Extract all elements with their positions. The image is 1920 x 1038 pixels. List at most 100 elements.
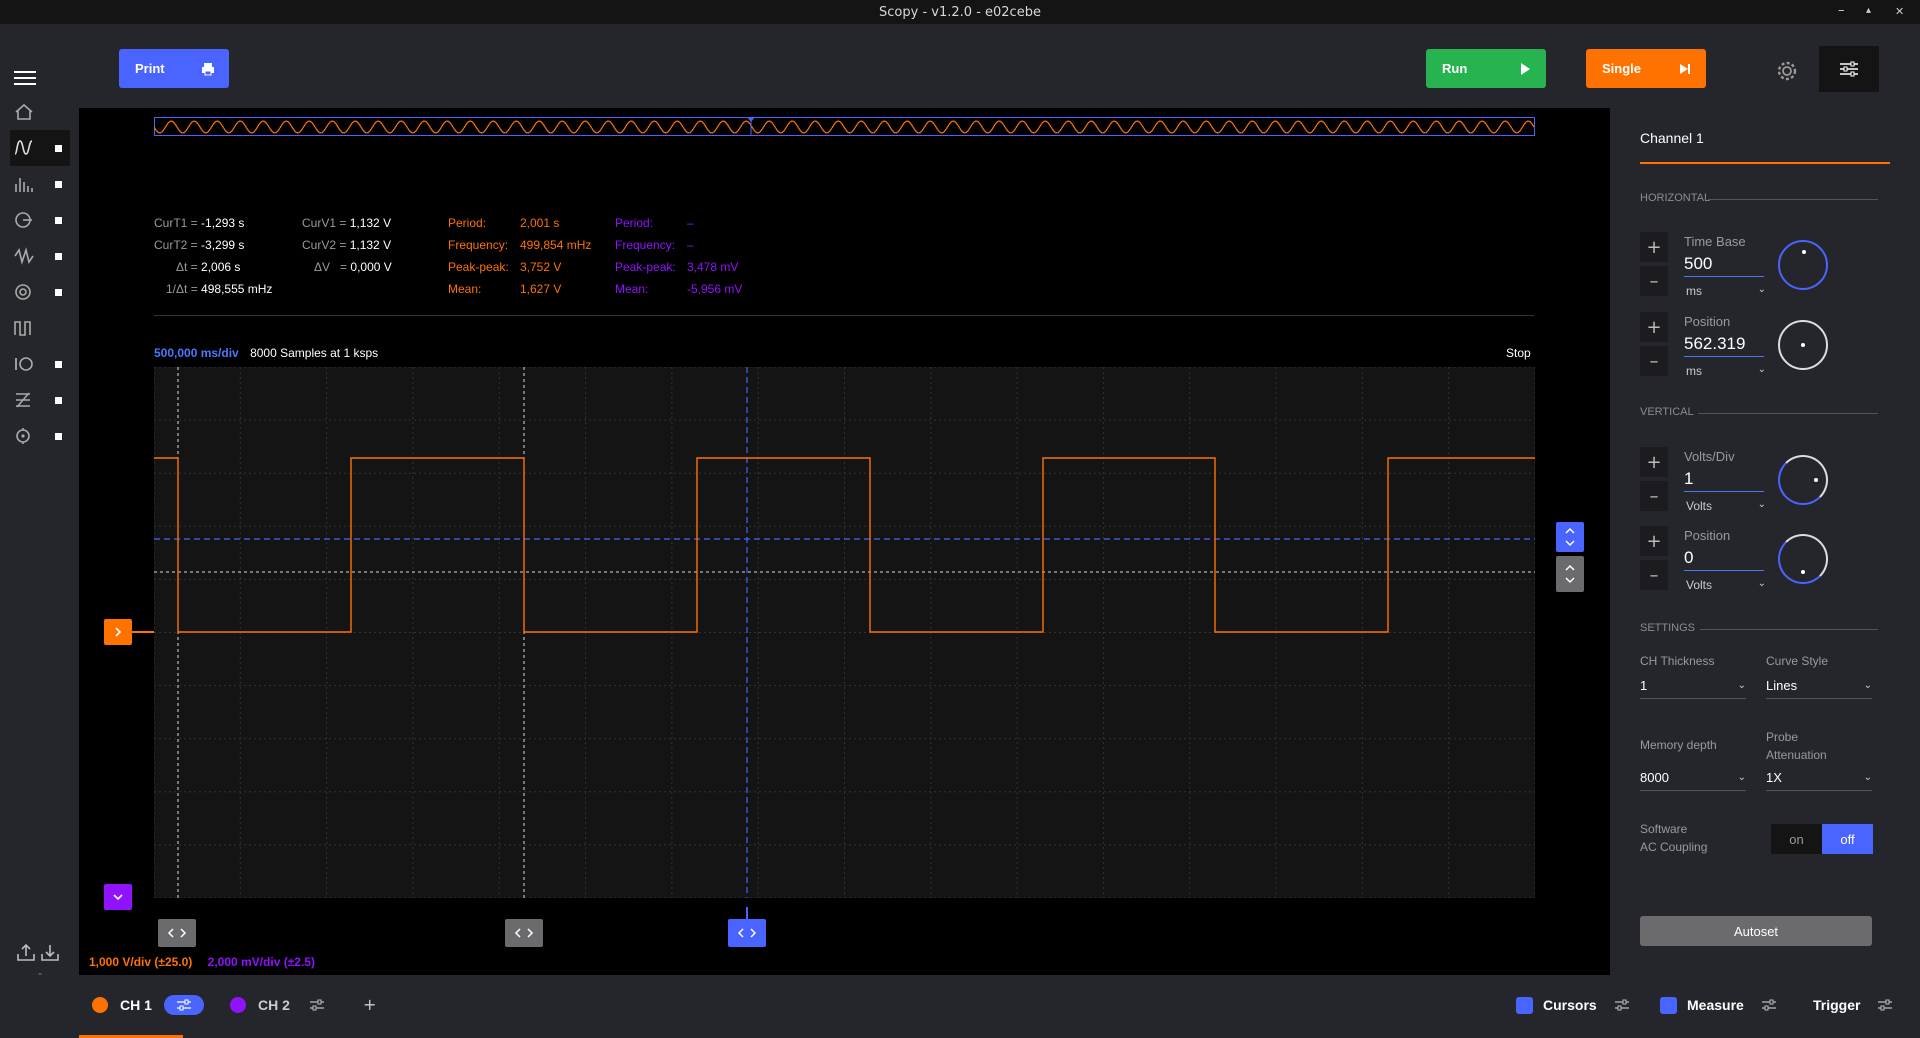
- vcursor2-handle[interactable]: [505, 919, 543, 947]
- curve-style-select[interactable]: Lines ⌄: [1766, 678, 1872, 699]
- tool-logic[interactable]: [10, 274, 70, 310]
- hcursor2-handle[interactable]: [1556, 556, 1584, 592]
- ch2-offset-handle[interactable]: [104, 884, 132, 910]
- ac-on-option[interactable]: on: [1771, 824, 1822, 854]
- print-label: Print: [135, 61, 165, 76]
- tool-pattern[interactable]: [10, 310, 70, 346]
- vdiv-unit-select[interactable]: Volts ⌄: [1686, 499, 1766, 513]
- signal-generator-icon: [14, 247, 34, 265]
- vposition-unit-select[interactable]: Volts ⌄: [1686, 578, 1766, 592]
- probe-attenuation-select[interactable]: 1X ⌄: [1766, 770, 1872, 791]
- trigger-label: Trigger: [1813, 997, 1861, 1013]
- cursors-button[interactable]: Cursors: [1516, 995, 1637, 1015]
- vposition-minus-button[interactable]: –: [1640, 560, 1668, 590]
- ch2-color-dot: [230, 997, 246, 1013]
- sliders-icon: [309, 999, 324, 1011]
- oscilloscope-plot[interactable]: [154, 367, 1535, 898]
- ch2-mean-label: Mean:: [615, 282, 649, 296]
- autoset-button[interactable]: Autoset: [1640, 916, 1872, 946]
- tool-signal-generator[interactable]: [10, 238, 70, 274]
- trigger-settings-toggle[interactable]: [1870, 995, 1900, 1015]
- tool-spectrum[interactable]: [10, 166, 70, 202]
- tool-oscilloscope[interactable]: [10, 130, 70, 166]
- tool-status-dot: [55, 433, 62, 440]
- maximize-button[interactable]: ▴: [1866, 5, 1871, 16]
- thickness-select[interactable]: 1 ⌄: [1640, 678, 1746, 699]
- channel-settings-panel: Channel 1 HORIZONTAL + – Time Base 500 m…: [1610, 108, 1920, 975]
- print-button[interactable]: Print: [119, 49, 229, 88]
- vposition-input[interactable]: 0: [1684, 548, 1764, 571]
- ch2-period-value: –: [687, 216, 694, 230]
- measurement-divider: [154, 315, 1534, 316]
- hposition-minus-button[interactable]: –: [1640, 346, 1668, 376]
- timebase-knob[interactable]: [1778, 240, 1828, 290]
- measure-checkbox[interactable]: [1660, 996, 1677, 1014]
- close-button[interactable]: ✕: [1895, 5, 1904, 18]
- save-load-icon[interactable]: [16, 942, 62, 962]
- timebase-input[interactable]: 500: [1684, 254, 1764, 277]
- single-button[interactable]: Single: [1586, 49, 1706, 88]
- vdiv-minus-button[interactable]: –: [1640, 481, 1668, 511]
- tool-power[interactable]: [10, 382, 70, 418]
- vdiv-field-label: Volts/Div: [1684, 449, 1735, 464]
- overview-minimap[interactable]: [154, 117, 1535, 137]
- ch1-settings-toggle[interactable]: [163, 995, 204, 1015]
- vdiv-knob[interactable]: [1778, 455, 1828, 505]
- chevron-down-icon: ⌄: [1737, 772, 1746, 783]
- cursors-checkbox[interactable]: [1516, 996, 1533, 1014]
- vcursor1-handle[interactable]: [158, 919, 196, 947]
- left-right-arrows-icon: [514, 928, 534, 938]
- vdiv-plus-button[interactable]: +: [1640, 447, 1668, 477]
- ch2-frequency-label: Frequency:: [615, 238, 676, 252]
- add-channel-button[interactable]: +: [363, 995, 376, 1014]
- hposition-plus-button[interactable]: +: [1640, 312, 1668, 342]
- memory-depth-select[interactable]: 8000 ⌄: [1640, 770, 1746, 791]
- trigger-position-handle[interactable]: [728, 919, 766, 947]
- hposition-knob[interactable]: [1778, 320, 1828, 370]
- vposition-plus-button[interactable]: +: [1640, 526, 1668, 556]
- channel-settings-toggle[interactable]: [1819, 46, 1879, 92]
- ch1-period-value: 2,001 s: [520, 216, 560, 230]
- vposition-knob[interactable]: [1778, 534, 1828, 584]
- measure-button[interactable]: Measure: [1660, 995, 1784, 1015]
- ac-off-option[interactable]: off: [1822, 824, 1873, 854]
- timebase-unit-select[interactable]: ms ⌄: [1686, 284, 1766, 298]
- hposition-input[interactable]: 562.319: [1684, 334, 1764, 357]
- up-down-arrows-icon: [1565, 527, 1575, 547]
- hamburger-menu-icon[interactable]: [14, 71, 36, 85]
- settings-gear-icon[interactable]: [1776, 60, 1798, 82]
- sliders-icon: [176, 999, 191, 1011]
- memory-depth-label: Memory depth: [1640, 738, 1717, 752]
- ch1-peak-peak-value: 3,752 V: [520, 260, 562, 274]
- tool-home[interactable]: [10, 94, 70, 130]
- ch1-period-label: Period:: [448, 216, 487, 230]
- timebase-minus-button[interactable]: –: [1640, 266, 1668, 296]
- minimize-button[interactable]: –: [1838, 3, 1845, 18]
- hcursor1-handle[interactable]: [1556, 522, 1584, 552]
- timebase-field-label: Time Base: [1684, 234, 1746, 249]
- horizontal-heading: HORIZONTAL: [1640, 192, 1711, 204]
- vdiv-input[interactable]: 1: [1684, 469, 1764, 492]
- ac-coupling-switch[interactable]: on off: [1771, 824, 1873, 854]
- trigger-button[interactable]: Trigger: [1813, 995, 1900, 1015]
- timebase-label: 500,000 ms/div: [154, 346, 239, 360]
- hposition-unit-select[interactable]: ms ⌄: [1686, 364, 1766, 378]
- window-title: Scopy - v1.2.0 - e02cebe: [879, 4, 1041, 20]
- ch1-color-dot: [92, 997, 108, 1013]
- ch2-period-label: Period:: [615, 216, 654, 230]
- tool-network[interactable]: [10, 202, 70, 238]
- acquisition-status: Stop: [1506, 346, 1531, 360]
- timebase-plus-button[interactable]: +: [1640, 232, 1668, 262]
- tool-voltmeter[interactable]: [10, 418, 70, 454]
- ch2-peak-peak-label: Peak-peak:: [615, 260, 676, 274]
- ch1-button[interactable]: CH 1: [92, 995, 204, 1015]
- ac-label-line2: AC Coupling: [1640, 840, 1708, 854]
- ch1-offset-handle[interactable]: [104, 619, 132, 645]
- ch2-settings-toggle[interactable]: [302, 995, 332, 1015]
- run-button[interactable]: Run: [1426, 49, 1546, 88]
- cursors-settings-toggle[interactable]: [1607, 995, 1637, 1015]
- panel-title-underline: [1640, 162, 1890, 164]
- measure-settings-toggle[interactable]: [1754, 995, 1784, 1015]
- ch2-button[interactable]: CH 2: [230, 995, 332, 1015]
- tool-digital-io[interactable]: [10, 346, 70, 382]
